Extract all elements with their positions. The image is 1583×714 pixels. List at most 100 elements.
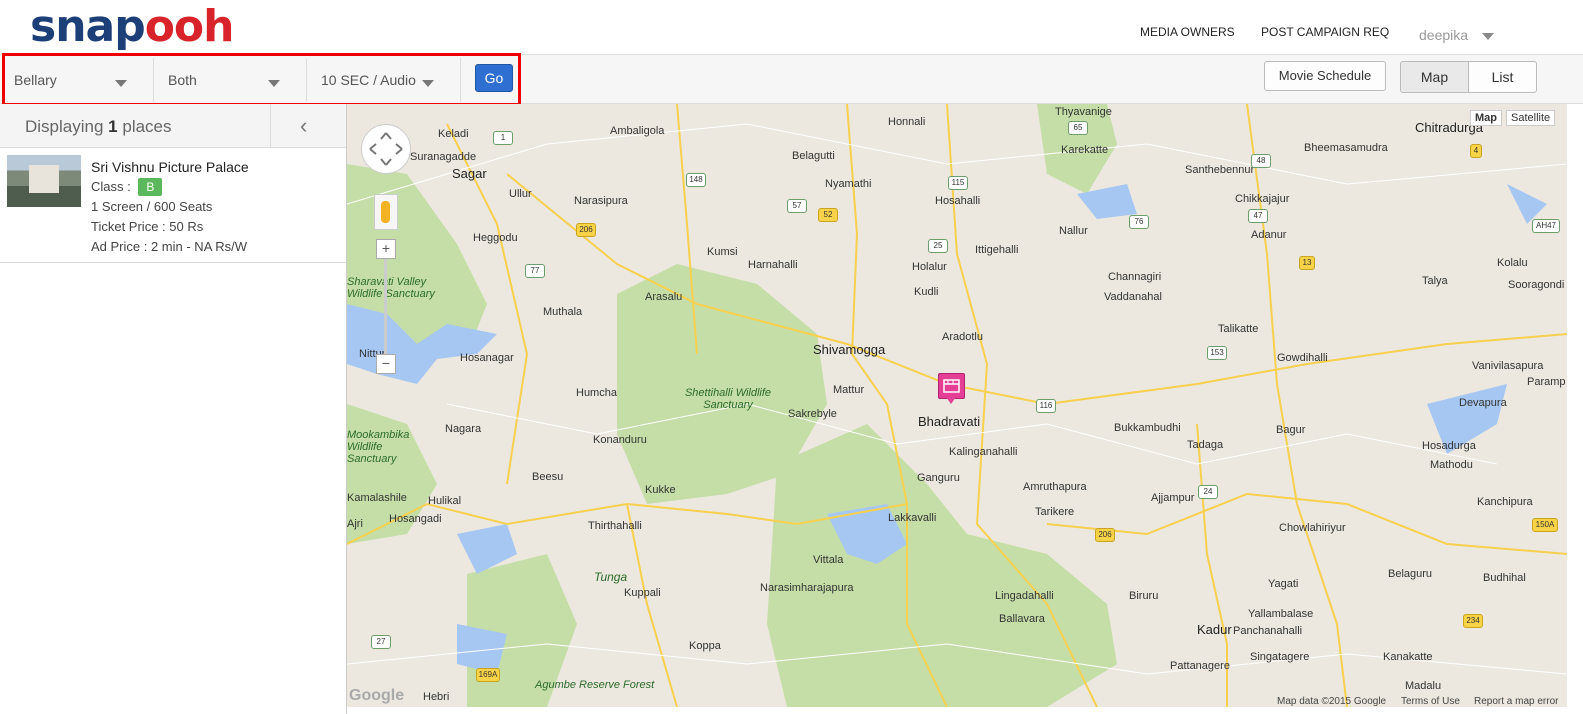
- place-label: Hebri: [423, 691, 450, 703]
- place-label: Chowlahiriyur: [1279, 522, 1346, 534]
- place-label: Lingadahalli: [995, 590, 1054, 602]
- highway-shield: 65: [1068, 121, 1088, 135]
- map-canvas[interactable]: Shivamogga Bhadravati Sagar Chitradurga …: [347, 104, 1567, 707]
- place-label: Gowdihalli: [1277, 352, 1328, 364]
- logo-text-ooh: ooh: [144, 1, 235, 52]
- theatre-thumbnail: [7, 155, 81, 207]
- place-label: Nyamathi: [825, 178, 872, 190]
- google-logo: Google: [349, 687, 405, 704]
- results-count: 1: [108, 117, 118, 136]
- place-label: Belaguru: [1388, 568, 1433, 580]
- place-label: Vaddanahal: [1104, 291, 1162, 303]
- nav-post-campaign-req[interactable]: POST CAMPAIGN REQ: [1261, 25, 1389, 39]
- place-label: Kanakatte: [1383, 651, 1433, 663]
- theatre-ad-price: Ad Price : 2 min - NA Rs/W: [91, 239, 248, 254]
- map-type-map[interactable]: Map: [1470, 110, 1502, 126]
- park-label: Agumbe Reserve Forest: [535, 679, 655, 691]
- map-view-button[interactable]: Map: [1400, 61, 1469, 93]
- place-label: Channagiri: [1108, 271, 1162, 283]
- place-label: Harnahalli: [748, 259, 798, 271]
- park-label: Sharavati Valley Wildlife Sanctuary: [347, 276, 435, 300]
- place-label: Kolalu: [1497, 257, 1528, 269]
- theatre-marker-icon[interactable]: [938, 373, 965, 404]
- city-label: Shivamogga: [813, 342, 886, 357]
- place-label: Konanduru: [593, 434, 647, 446]
- place-label: Narasipura: [574, 195, 628, 207]
- terms-of-use-link[interactable]: Terms of Use: [1401, 696, 1460, 707]
- city-label: Kadur: [1197, 622, 1232, 637]
- highway-shield: 116: [1036, 399, 1056, 413]
- place-label: Kukke: [645, 484, 676, 496]
- place-label: Yagati: [1268, 578, 1299, 590]
- place-label: Heggodu: [473, 232, 518, 244]
- place-label: Kalinganahalli: [949, 446, 1018, 458]
- place-label: Panchanahalli: [1233, 625, 1303, 637]
- place-label: Thyavanige: [1055, 106, 1112, 118]
- place-label: Kumsi: [707, 246, 738, 258]
- place-label: Bukkambudhi: [1114, 422, 1181, 434]
- place-label: Hosahalli: [935, 195, 981, 207]
- theatre-name[interactable]: Sri Vishnu Picture Palace: [91, 157, 249, 177]
- highway-shield: 13: [1299, 256, 1315, 270]
- pan-control[interactable]: [361, 124, 411, 174]
- list-item[interactable]: Sri Vishnu Picture Palace Class : B 1 Sc…: [0, 148, 346, 263]
- results-count-text: Displaying 1 places: [25, 117, 172, 137]
- place-label: Ballavara: [999, 613, 1045, 625]
- place-label: Ambaligola: [610, 125, 665, 137]
- chevron-down-icon: [1481, 32, 1494, 40]
- collapse-chevron-left-icon[interactable]: ‹: [300, 113, 307, 139]
- place-label: Ullur: [509, 188, 532, 200]
- place-label: Ittigehalli: [975, 244, 1019, 256]
- park-label: Mookambika Wildlife Sanctuary: [347, 429, 410, 465]
- place-label: Vittala: [813, 554, 844, 566]
- highway-shield: 4: [1470, 144, 1482, 158]
- park-label: Shettihalli Wildlife Sanctuary: [684, 387, 772, 411]
- nav-media-owners[interactable]: MEDIA OWNERS: [1140, 25, 1235, 39]
- place-label: Holalur: [912, 261, 947, 273]
- user-menu[interactable]: deepika: [1419, 27, 1494, 43]
- place-label: Beesu: [532, 471, 564, 483]
- place-label: Talya: [1422, 275, 1448, 287]
- river-label: Tunga: [594, 570, 628, 584]
- results-header: Displaying 1 places ‹: [0, 104, 346, 148]
- theatre-screens: 1 Screen / 600 Seats: [91, 199, 213, 214]
- pan-arrows-icon: [369, 132, 403, 166]
- place-label: Chikkajajur: [1235, 193, 1290, 205]
- place-label: Narasimharajapura: [760, 582, 854, 594]
- highway-shield: 206: [1095, 528, 1115, 542]
- place-label: Nagara: [445, 423, 482, 435]
- snapooh-logo[interactable]: snapooh: [30, 1, 235, 52]
- results-prefix: Displaying: [25, 117, 104, 136]
- place-label: Nallur: [1059, 225, 1088, 237]
- zoom-out-button[interactable]: −: [376, 354, 396, 374]
- place-label: Belagutti: [792, 150, 835, 162]
- place-label: Suranagadde: [410, 151, 477, 163]
- place-label: Biruru: [1129, 590, 1159, 602]
- place-label: Tarikere: [1035, 506, 1075, 518]
- place-label: Adanur: [1251, 229, 1287, 241]
- place-label: Mattur: [833, 384, 865, 396]
- highway-shield: 25: [928, 239, 948, 253]
- place-label: Bagur: [1276, 424, 1306, 436]
- theatre-class: Class : B: [91, 177, 249, 197]
- place-label: Humcha: [576, 387, 617, 399]
- results-sidebar: Displaying 1 places ‹ Sri Vishnu Picture…: [0, 104, 347, 714]
- highway-shield: 47: [1248, 209, 1268, 223]
- place-label: Bheemasamudra: [1304, 142, 1388, 154]
- theatre-ticket-price: Ticket Price : 50 Rs: [91, 219, 204, 234]
- list-view-button[interactable]: List: [1468, 61, 1537, 93]
- zoom-in-button[interactable]: +: [376, 239, 396, 259]
- highway-shield: 27: [371, 635, 391, 649]
- map-type-satellite[interactable]: Satellite: [1506, 110, 1556, 126]
- highway-shield: 52: [818, 208, 838, 222]
- report-map-error-link[interactable]: Report a map error: [1474, 696, 1558, 707]
- place-label: Hosangadi: [389, 513, 442, 525]
- highway-shield: 76: [1129, 215, 1149, 229]
- zoom-slider[interactable]: [384, 259, 387, 364]
- class-badge: B: [138, 178, 163, 196]
- highway-shield: 1: [493, 131, 513, 145]
- street-view-pegman-icon[interactable]: [374, 194, 398, 230]
- place-label: Santhebennur: [1185, 164, 1255, 176]
- movie-schedule-button[interactable]: Movie Schedule: [1264, 61, 1386, 91]
- highway-shield: 48: [1251, 154, 1271, 168]
